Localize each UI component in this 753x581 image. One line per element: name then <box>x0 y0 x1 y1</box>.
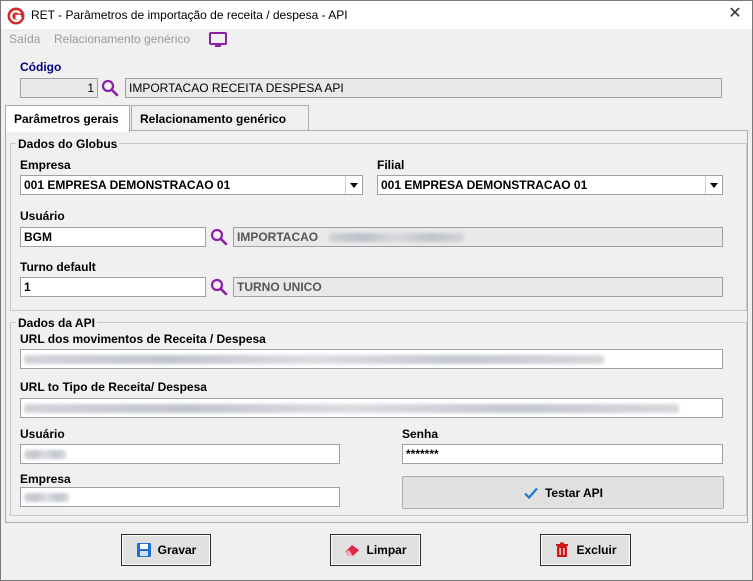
redacted-text <box>24 404 679 414</box>
eraser-icon <box>345 545 360 556</box>
redacted-text <box>329 233 465 243</box>
filial-label: Filial <box>377 158 405 172</box>
trash-icon <box>556 542 569 557</box>
excluir-label: Excluir <box>576 543 617 557</box>
senha-input[interactable]: ******* <box>402 444 723 464</box>
menu-item-saida[interactable]: Saída <box>9 32 40 46</box>
empresa-select[interactable]: 001 EMPRESA DEMONSTRACAO 01 <box>20 175 363 195</box>
usuario-description: IMPORTACAO <box>233 227 723 247</box>
tab-relacionamento-generico[interactable]: Relacionamento genérico <box>131 105 309 131</box>
chevron-down-icon[interactable] <box>345 176 362 194</box>
codigo-input[interactable]: 1 <box>20 78 98 98</box>
testar-api-label: Testar API <box>544 485 604 500</box>
excluir-button[interactable]: Excluir <box>540 534 631 566</box>
gravar-label: Gravar <box>157 543 197 557</box>
redacted-text <box>24 450 66 460</box>
floppy-icon <box>136 543 151 557</box>
empresa-label: Empresa <box>20 158 71 172</box>
redacted-text <box>24 355 604 365</box>
search-icon[interactable] <box>210 278 228 296</box>
filial-select[interactable]: 001 EMPRESA DEMONSTRACAO 01 <box>377 175 723 195</box>
check-icon <box>524 487 538 499</box>
usuario-input[interactable]: BGM <box>20 227 206 247</box>
url-movimentos-input[interactable] <box>20 349 723 369</box>
senha-label: Senha <box>402 427 439 441</box>
monitor-icon[interactable] <box>209 32 227 48</box>
tab-parametros-gerais[interactable]: Parâmetros gerais <box>5 105 130 132</box>
limpar-label: Limpar <box>366 543 407 557</box>
codigo-description: IMPORTACAO RECEITA DESPESA API <box>125 78 722 98</box>
url-tipo-input[interactable] <box>20 398 723 418</box>
api-usuario-label: Usuário <box>20 427 65 441</box>
window-title: RET - Parâmetros de importação de receit… <box>31 8 348 22</box>
chevron-down-icon[interactable] <box>705 176 722 194</box>
codigo-label: Código <box>20 60 62 74</box>
empresa-selected: 001 EMPRESA DEMONSTRACAO 01 <box>24 178 231 192</box>
api-usuario-input[interactable] <box>20 444 340 464</box>
usuario-label: Usuário <box>20 209 65 223</box>
redacted-text <box>24 493 69 503</box>
close-icon[interactable]: ✕ <box>718 1 752 29</box>
filial-selected: 001 EMPRESA DEMONSTRACAO 01 <box>381 178 588 192</box>
turno-input[interactable]: 1 <box>20 277 206 297</box>
app-logo <box>7 7 25 25</box>
group-title-globus: Dados do Globus <box>16 137 120 151</box>
turno-label: Turno default <box>20 260 96 274</box>
limpar-button[interactable]: Limpar <box>330 534 421 566</box>
search-icon[interactable] <box>101 79 119 97</box>
url-tipo-label: URL to Tipo de Receita/ Despesa <box>20 380 207 394</box>
menu-bar: Saída Relacionamento genérico <box>1 29 752 51</box>
menu-item-relacionamento[interactable]: Relacionamento genérico <box>54 32 190 46</box>
search-icon[interactable] <box>210 228 228 246</box>
main-window: RET - Parâmetros de importação de receit… <box>0 0 753 581</box>
group-title-api: Dados da API <box>16 316 97 330</box>
turno-description: TURNO UNICO <box>233 277 723 297</box>
testar-api-button[interactable]: Testar API <box>402 476 724 509</box>
api-empresa-input[interactable] <box>20 487 340 507</box>
gravar-button[interactable]: Gravar <box>121 534 211 566</box>
usuario-desc-text: IMPORTACAO <box>237 230 319 244</box>
api-empresa-label: Empresa <box>20 472 71 486</box>
url-movimentos-label: URL dos movimentos de Receita / Despesa <box>20 332 266 346</box>
title-bar: RET - Parâmetros de importação de receit… <box>1 1 752 29</box>
